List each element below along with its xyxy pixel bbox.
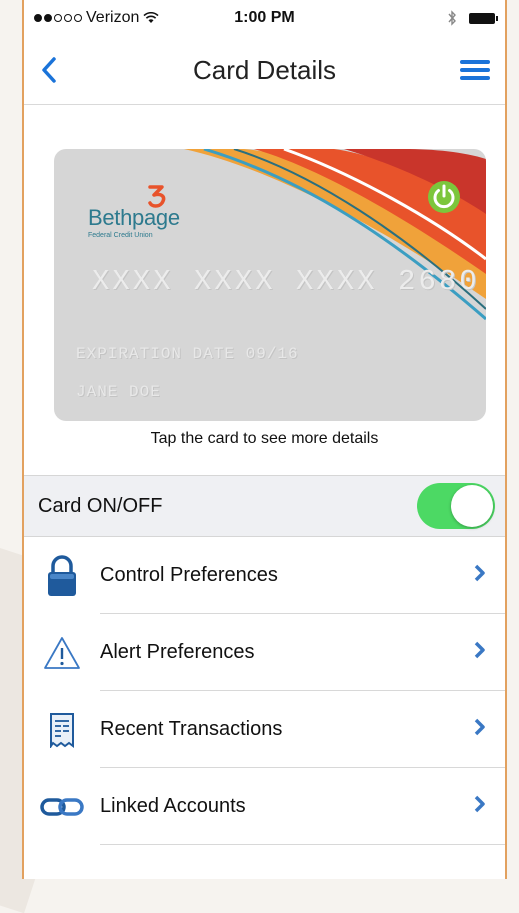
wifi-icon	[143, 12, 159, 23]
card-toggle-row: Card ON/OFF	[24, 475, 505, 537]
card-power-button[interactable]	[426, 179, 462, 220]
power-icon	[428, 181, 460, 213]
menu-item-label: Recent Transactions	[100, 718, 283, 740]
chevron-right-icon	[473, 795, 485, 818]
menu-item-label: Alert Preferences	[100, 641, 255, 663]
bank-logo: Bethpage Federal Credit Union	[88, 185, 180, 239]
back-button[interactable]	[24, 36, 74, 104]
menu-item-recent-transactions[interactable]: Recent Transactions	[24, 691, 505, 768]
menu-item-alert-preferences[interactable]: Alert Preferences	[24, 614, 505, 691]
link-icon	[24, 796, 100, 818]
menu-item-label: Control Preferences	[100, 564, 278, 586]
chevron-right-icon	[473, 641, 485, 664]
chevron-right-icon	[473, 718, 485, 741]
warning-icon	[24, 635, 100, 671]
signal-strength-icon	[34, 14, 82, 22]
status-right	[447, 10, 498, 26]
card-on-off-switch[interactable]	[417, 483, 495, 529]
bank-logo-mark-icon	[148, 185, 166, 208]
menu-item-control-preferences[interactable]: Control Preferences	[24, 537, 505, 614]
bluetooth-icon	[448, 10, 456, 26]
page-title: Card Details	[192, 54, 337, 85]
hamburger-icon	[460, 60, 490, 80]
status-bar: Verizon 1:00 PM	[24, 0, 505, 36]
navigation-bar: Card Details	[24, 36, 505, 105]
back-chevron-icon	[42, 57, 56, 83]
receipt-icon	[24, 712, 100, 748]
menu-item-linked-accounts[interactable]: Linked Accounts	[24, 768, 505, 845]
card-expiration: EXPIRATION DATE 09/16	[76, 345, 299, 363]
status-left: Verizon	[34, 9, 159, 27]
menu-item-label: Linked Accounts	[100, 795, 246, 817]
debit-card[interactable]: Bethpage Federal Credit Union XXXX XXXX …	[54, 149, 486, 421]
battery-icon	[469, 12, 498, 24]
phone-screen: Verizon 1:00 PM Card Details Bethpage Fe…	[22, 0, 507, 879]
chevron-right-icon	[473, 564, 485, 587]
menu-button[interactable]	[445, 36, 505, 104]
card-toggle-label: Card ON/OFF	[38, 494, 163, 517]
switch-knob	[451, 485, 493, 527]
lock-icon	[24, 554, 100, 597]
card-number: XXXX XXXX XXXX 2680	[92, 265, 480, 298]
card-caption: Tap the card to see more details	[150, 430, 379, 447]
card-area: Bethpage Federal Credit Union XXXX XXXX …	[24, 105, 505, 475]
carrier-name: Verizon	[86, 9, 140, 26]
bank-subtitle: Federal Credit Union	[88, 232, 153, 239]
card-holder-name: JANE DOE	[76, 383, 161, 401]
